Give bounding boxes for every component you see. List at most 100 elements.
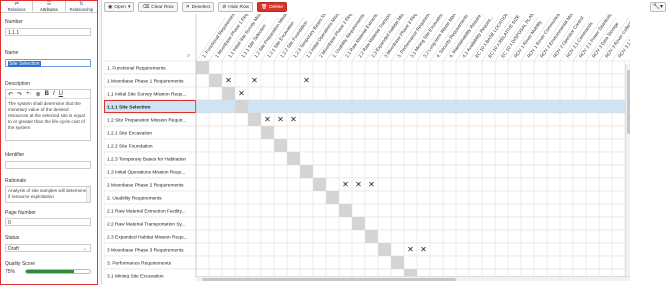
diagonal-cell [313, 178, 326, 191]
rationale-label: Rationale [5, 178, 27, 184]
relation-mark[interactable]: ✕ [264, 115, 271, 124]
diagonal-cell [209, 74, 222, 87]
bold-icon[interactable]: B [45, 91, 49, 97]
row-label: 1. Functional Requirements [107, 66, 166, 72]
diagonal-cell [352, 217, 365, 230]
horizontal-scrollbar[interactable] [196, 276, 630, 281]
diagonal-cell [365, 230, 378, 243]
eye-slash-icon: ⊘ [222, 4, 227, 10]
relation-mark[interactable]: ✕ [303, 76, 310, 85]
diagonal-cell [248, 113, 261, 126]
status-select[interactable]: Draft ⌄ [5, 244, 91, 252]
relation-mark[interactable]: ✕ [238, 89, 245, 98]
quality-label: Quality Score [5, 261, 36, 267]
relation-mark[interactable]: ✕ [277, 115, 284, 124]
status-value: Draft [8, 246, 19, 252]
quality-bar-fill [26, 270, 74, 273]
matrix-row-bg [104, 125, 630, 140]
row-label: 1.2.2 Site Foundation [107, 144, 153, 150]
traceability-matrix: 1. Functional Requirements 1 Moonbase Pha… [104, 14, 630, 278]
delete-button[interactable]: 🗑 Delete [257, 2, 288, 12]
relation-mark[interactable]: ✕ [342, 180, 349, 189]
row-label: 1.1 Initial Site Survey Mission Requ... [107, 92, 186, 98]
diagonal-cell [378, 243, 391, 256]
open-button[interactable]: ◉ Open ▾ [104, 2, 135, 12]
relation-mark[interactable]: ✕ [368, 180, 375, 189]
page-number-label: Page Number [5, 210, 36, 216]
matrix-toolbar: ◉ Open ▾ ⌫ Clear Row ✕ Deselect ⊘ Hide Row 🗑 D… [104, 2, 288, 12]
diagonal-cell [339, 204, 352, 217]
relation-mark[interactable]: ✕ [355, 180, 362, 189]
insert-icon[interactable]: +· [26, 91, 32, 97]
description-editor[interactable]: ↶ ↷ +· ⊗ B I U The system shall determin… [5, 89, 91, 141]
description-text[interactable]: The system shall determine that the mone… [6, 99, 90, 133]
deselect-label: Deselect [191, 4, 211, 10]
identifier-label: Identifier [5, 152, 25, 158]
relation-mark[interactable]: ✕ [251, 76, 258, 85]
row-label: 3 Moonbase Phase 3 Requirements [107, 248, 184, 254]
matrix-row-bg [104, 255, 630, 270]
hide-row-label: Hide Row [228, 4, 250, 10]
tab-relationship[interactable]: ⇅ Relationship [66, 1, 97, 13]
row-label: 2.2 Raw Material Transportation Sy... [107, 222, 186, 228]
chevron-down-icon: ⌄ [82, 246, 87, 252]
name-label: Name [5, 50, 19, 56]
rationale-text: Analysis of site samples will determine … [8, 188, 87, 199]
tab-attributes[interactable]: ☰ Attributes [32, 1, 66, 12]
clear-row-label: Clear Row [151, 4, 174, 10]
relation-mark[interactable]: ✕ [407, 245, 414, 254]
underline-icon[interactable]: U [59, 91, 63, 97]
link-icon[interactable]: ⊗ [36, 91, 41, 98]
diagonal-cell [274, 139, 287, 152]
row-label: 3.1 Mining Site Excavation [107, 274, 164, 279]
tab-relations[interactable]: ⇄ Relations [1, 1, 32, 13]
matrix-grid: 1. Functional Requirements 1 Moonbase Pha… [104, 14, 630, 278]
italic-icon[interactable]: I [53, 91, 55, 97]
matrix-row-bg [104, 190, 630, 205]
hide-row-button[interactable]: ⊘ Hide Row [218, 2, 254, 12]
rationale-scrollbar[interactable] [86, 187, 90, 202]
tab-label: Attributes [39, 7, 59, 12]
row-label: 2 Moonbase Phase 2 Requirements [107, 183, 184, 189]
chevron-down-icon: ▾ [127, 4, 131, 10]
name-value: Site Selection [8, 61, 41, 67]
relation-mark[interactable]: ✕ [420, 245, 427, 254]
diagonal-cell [222, 87, 235, 100]
properties-panel: ⇄ Relations ☰ Attributes ⇅ Relationship Num… [0, 0, 98, 285]
matrix-row-bg [104, 60, 630, 75]
row-label: 1 Moonbase Phase 1 Requirements [107, 79, 184, 85]
row-label: 2.3 Expanded Habitat Mission Requ... [107, 235, 188, 241]
relation-mark[interactable]: ✕ [290, 115, 297, 124]
row-label: 1.2 Site Preparation Mission Requir... [107, 118, 186, 124]
settings-button[interactable]: 🔧▾ [649, 2, 666, 12]
delete-label: Delete [269, 4, 284, 10]
header-divider [195, 16, 227, 62]
matrix-row-bg [104, 138, 630, 153]
scrollbar-thumb[interactable] [627, 70, 630, 134]
quality-value: 75% [5, 269, 16, 275]
name-field[interactable]: Site Selection [5, 59, 91, 67]
open-label: Open [114, 4, 126, 10]
eraser-icon: ⌫ [142, 4, 150, 10]
clear-row-button[interactable]: ⌫ Clear Row [138, 2, 178, 12]
panel-splitter[interactable] [99, 0, 102, 285]
number-field[interactable]: 1.1.1 [5, 28, 91, 36]
row-label: 1.3 Initial Operations Mission Requ... [107, 170, 185, 176]
relation-mark[interactable]: ✕ [225, 76, 232, 85]
diagonal-cell [287, 152, 300, 165]
rationale-field[interactable]: Analysis of site samples will determine … [5, 186, 91, 203]
diagonal-cell [235, 100, 248, 113]
undo-icon[interactable]: ↶ [8, 91, 13, 98]
identifier-field[interactable] [5, 161, 91, 169]
matrix-row-bg [104, 99, 630, 114]
number-label: Number [5, 19, 23, 25]
editor-toolbar: ↶ ↷ +· ⊗ B I U [6, 90, 90, 99]
deselect-button[interactable]: ✕ Deselect [181, 2, 215, 12]
scrollbar-thumb[interactable] [202, 278, 456, 281]
page-number-field[interactable]: 0 [5, 218, 91, 226]
vertical-scrollbar[interactable] [625, 64, 630, 276]
diagonal-cell [391, 256, 404, 269]
eye-icon: ◉ [108, 4, 113, 10]
redo-icon[interactable]: ↷ [17, 91, 22, 98]
tab-label: Relations [7, 7, 26, 12]
